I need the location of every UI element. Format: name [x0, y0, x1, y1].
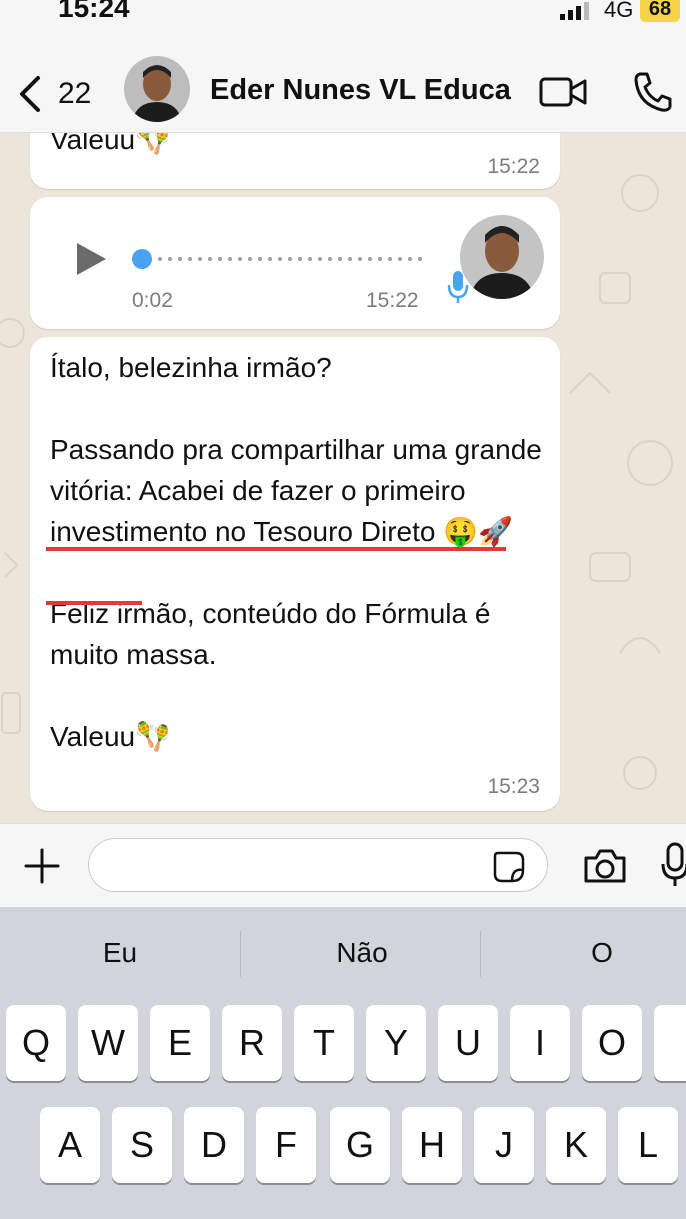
voice-message-bubble[interactable]: 0:02 15:22: [30, 197, 560, 329]
message-field[interactable]: [88, 838, 548, 892]
contact-name[interactable]: Eder Nunes VL Educa: [210, 74, 511, 107]
key[interactable]: E: [150, 1005, 210, 1081]
key[interactable]: F: [256, 1107, 316, 1183]
key[interactable]: G: [330, 1107, 390, 1183]
message-input-bar: [0, 823, 686, 908]
video-call-icon[interactable]: [538, 72, 588, 112]
phone-call-icon[interactable]: [632, 70, 672, 114]
status-time: 15:24: [58, 0, 130, 23]
chevron-left-icon: [20, 76, 40, 112]
key[interactable]: Y: [366, 1005, 426, 1081]
play-icon[interactable]: [74, 241, 108, 277]
suggestion-item[interactable]: Não: [282, 937, 442, 969]
key[interactable]: L: [618, 1107, 678, 1183]
message-bubble[interactable]: Valeuu🪇 15:22: [30, 133, 560, 189]
unread-count: 22: [58, 77, 92, 110]
sticker-icon[interactable]: [492, 850, 526, 884]
key[interactable]: T: [294, 1005, 354, 1081]
key[interactable]: K: [546, 1107, 606, 1183]
plus-icon[interactable]: [22, 846, 62, 886]
suggestion-item[interactable]: Eu: [40, 937, 200, 969]
highlight-underline: [46, 547, 506, 551]
suggestion-bar: Eu Não O: [0, 907, 686, 1003]
key[interactable]: D: [184, 1107, 244, 1183]
key[interactable]: O: [582, 1005, 642, 1081]
key[interactable]: [654, 1005, 686, 1081]
camera-icon[interactable]: [582, 846, 628, 886]
status-bar: 15:24 4G 68: [0, 0, 686, 40]
divider: [480, 931, 481, 977]
signal-icon: [560, 2, 589, 20]
message-bubble[interactable]: Ítalo, belezinha irmão? Passando pra com…: [30, 337, 560, 811]
back-button[interactable]: 22: [16, 72, 106, 116]
message-text: Valeuu🪇: [50, 133, 170, 155]
key[interactable]: U: [438, 1005, 498, 1081]
message-time: 15:22: [487, 155, 540, 178]
message-text: Ítalo, belezinha irmão? Passando pra com…: [50, 352, 542, 752]
microphone-icon: [447, 271, 469, 303]
voice-progress-track[interactable]: [130, 249, 430, 269]
key[interactable]: A: [40, 1107, 100, 1183]
message-time: 15:23: [487, 775, 540, 798]
key[interactable]: I: [510, 1005, 570, 1081]
message-input[interactable]: [109, 847, 473, 883]
key[interactable]: R: [222, 1005, 282, 1081]
key[interactable]: J: [474, 1107, 534, 1183]
voice-duration: 0:02: [132, 289, 173, 312]
keyboard: Eu Não O Q W E R T Y U I O A S D F G H J…: [0, 907, 686, 1219]
network-type: 4G: [604, 0, 634, 22]
key[interactable]: H: [402, 1107, 462, 1183]
battery-indicator: 68: [640, 0, 680, 22]
microphone-icon[interactable]: [660, 842, 686, 888]
divider: [240, 931, 241, 977]
chat-area[interactable]: Valeuu🪇 15:22 0:02 15:22 Ítalo, belezinh…: [0, 133, 686, 823]
avatar[interactable]: [124, 56, 190, 122]
suggestion-item[interactable]: O: [522, 937, 682, 969]
chat-header: 22 Eder Nunes VL Educa: [0, 40, 686, 133]
key[interactable]: W: [78, 1005, 138, 1081]
message-time: 15:22: [366, 289, 419, 312]
highlight-underline: [46, 601, 142, 605]
key[interactable]: Q: [6, 1005, 66, 1081]
key[interactable]: S: [112, 1107, 172, 1183]
voice-sender-avatar: [460, 215, 544, 299]
